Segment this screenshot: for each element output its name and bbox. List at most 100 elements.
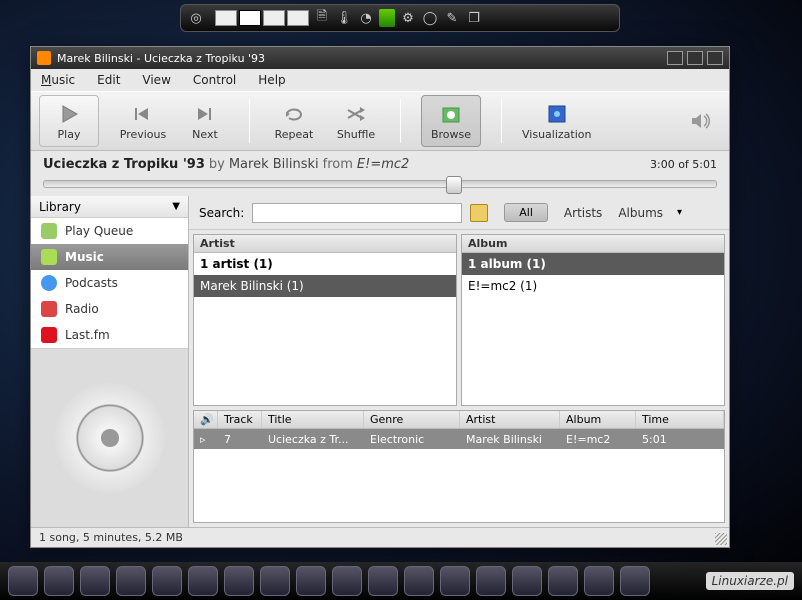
np-album: E!=mc2 xyxy=(357,157,409,172)
seek-thumb[interactable] xyxy=(446,176,462,194)
podcast-icon xyxy=(41,275,57,291)
top-panel: ◎ 🗎 🌡 ◔ ⚙ ◯ ✎ ❐ xyxy=(180,4,620,32)
col-track[interactable]: Track xyxy=(218,411,262,428)
dock-icon[interactable] xyxy=(584,566,614,596)
gear-icon[interactable]: ⚙ xyxy=(399,9,417,27)
workspace-pager[interactable] xyxy=(215,10,309,26)
dock-icon[interactable] xyxy=(512,566,542,596)
visualization-icon xyxy=(545,102,569,126)
note-icon[interactable]: 🗎 xyxy=(313,9,331,27)
album-header[interactable]: Album xyxy=(462,235,724,253)
shuffle-button[interactable]: Shuffle xyxy=(332,95,380,147)
now-playing: Ucieczka z Tropiku '93 by Marek Bilinski… xyxy=(31,151,729,178)
globe-icon[interactable]: ◎ xyxy=(187,9,205,27)
library-header[interactable]: Library ▼ xyxy=(31,196,188,218)
trash-icon[interactable] xyxy=(379,9,395,27)
dock-icon[interactable] xyxy=(188,566,218,596)
col-title[interactable]: Title xyxy=(262,411,364,428)
col-album[interactable]: Album xyxy=(560,411,636,428)
music-player-window: Marek Bilinski - Ucieczka z Tropiku '93 … xyxy=(30,46,730,548)
seek-bar[interactable] xyxy=(31,178,729,196)
artist-header[interactable]: Artist xyxy=(194,235,456,253)
music-icon xyxy=(41,249,57,265)
track-row[interactable]: ▹ 7 Ucieczka z Tr... Electronic Marek Bi… xyxy=(194,429,724,449)
search-bar: Search: All Artists Albums ▾ xyxy=(189,196,729,230)
browse-button[interactable]: Browse xyxy=(421,95,481,147)
maximize-button[interactable] xyxy=(687,51,703,65)
dock-icon[interactable] xyxy=(548,566,578,596)
np-artist: Marek Bilinski xyxy=(229,157,319,172)
artist-browser: Artist 1 artist (1) Marek Bilinski (1) xyxy=(193,234,457,406)
np-title: Ucieczka z Tropiku '93 xyxy=(43,157,205,172)
sidebar-item-playqueue[interactable]: Play Queue xyxy=(31,218,188,244)
album-art xyxy=(31,348,188,527)
track-header-row: 🔊 Track Title Genre Artist Album Time xyxy=(194,411,724,429)
col-artist[interactable]: Artist xyxy=(460,411,560,428)
dock-icon[interactable] xyxy=(368,566,398,596)
col-time[interactable]: Time xyxy=(636,411,724,428)
sidebar-item-music[interactable]: Music xyxy=(31,244,188,270)
filter-all-button[interactable]: All xyxy=(504,203,548,222)
search-input[interactable] xyxy=(252,203,462,223)
window-title: Marek Bilinski - Ucieczka z Tropiku '93 xyxy=(57,52,265,65)
disk-icon[interactable]: ◔ xyxy=(357,9,375,27)
sidebar-item-radio[interactable]: Radio xyxy=(31,296,188,322)
cd-icon xyxy=(47,376,171,500)
now-playing-indicator-icon: ▹ xyxy=(194,429,218,449)
dock-icon[interactable] xyxy=(260,566,290,596)
dock-icon[interactable] xyxy=(80,566,110,596)
dock-icon[interactable] xyxy=(332,566,362,596)
album-row[interactable]: E!=mc2 (1) xyxy=(462,275,724,297)
play-button[interactable]: Play xyxy=(39,95,99,147)
dock-icon[interactable] xyxy=(620,566,650,596)
sidebar: Library ▼ Play Queue Music Podcasts Radi… xyxy=(31,196,189,527)
lastfm-icon xyxy=(41,327,57,343)
status-bar: 1 song, 5 minutes, 5.2 MB xyxy=(31,527,729,547)
sidebar-item-podcasts[interactable]: Podcasts xyxy=(31,270,188,296)
sidebar-item-lastfm[interactable]: Last.fm xyxy=(31,322,188,348)
artist-row[interactable]: Marek Bilinski (1) xyxy=(194,275,456,297)
col-playing-icon[interactable]: 🔊 xyxy=(194,411,218,428)
windows-icon[interactable]: ❐ xyxy=(465,9,483,27)
dock-icon[interactable] xyxy=(476,566,506,596)
next-button[interactable]: Next xyxy=(181,95,229,147)
repeat-button[interactable]: Repeat xyxy=(270,95,318,147)
dock-icon[interactable] xyxy=(440,566,470,596)
album-browser: Album 1 album (1) E!=mc2 (1) xyxy=(461,234,725,406)
status-text: 1 song, 5 minutes, 5.2 MB xyxy=(39,531,183,544)
tool-icon[interactable]: ✎ xyxy=(443,9,461,27)
menu-view[interactable]: View xyxy=(142,73,170,87)
resize-grip[interactable] xyxy=(715,533,727,545)
dock-icon[interactable] xyxy=(296,566,326,596)
visualization-button[interactable]: Visualization xyxy=(522,95,591,147)
dock-icon[interactable] xyxy=(116,566,146,596)
thermometer-icon: 🌡 xyxy=(335,9,353,27)
menu-edit[interactable]: Edit xyxy=(97,73,120,87)
play-icon xyxy=(57,102,81,126)
dock-icon[interactable] xyxy=(8,566,38,596)
menu-music[interactable]: Music xyxy=(41,73,75,87)
dock-icon[interactable] xyxy=(404,566,434,596)
watermark: Linuxiarze.pl xyxy=(706,572,794,590)
chevron-down-icon: ▼ xyxy=(172,201,180,212)
menu-control[interactable]: Control xyxy=(193,73,236,87)
previous-button[interactable]: Previous xyxy=(119,95,167,147)
filter-albums[interactable]: Albums xyxy=(618,206,663,220)
menu-help[interactable]: Help xyxy=(258,73,285,87)
filter-artists[interactable]: Artists xyxy=(564,206,602,220)
artist-summary[interactable]: 1 artist (1) xyxy=(194,253,456,275)
col-genre[interactable]: Genre xyxy=(364,411,460,428)
browse-icon xyxy=(439,102,463,126)
circle-icon[interactable]: ◯ xyxy=(421,9,439,27)
volume-icon[interactable] xyxy=(691,112,713,130)
close-button[interactable] xyxy=(707,51,723,65)
clear-search-icon[interactable] xyxy=(470,204,488,222)
dock-icon[interactable] xyxy=(44,566,74,596)
minimize-button[interactable] xyxy=(667,51,683,65)
dock-icon[interactable] xyxy=(152,566,182,596)
previous-icon xyxy=(131,102,155,126)
titlebar[interactable]: Marek Bilinski - Ucieczka z Tropiku '93 xyxy=(31,47,729,69)
dock-icon[interactable] xyxy=(224,566,254,596)
album-summary[interactable]: 1 album (1) xyxy=(462,253,724,275)
filter-dropdown-icon[interactable]: ▾ xyxy=(677,207,682,218)
